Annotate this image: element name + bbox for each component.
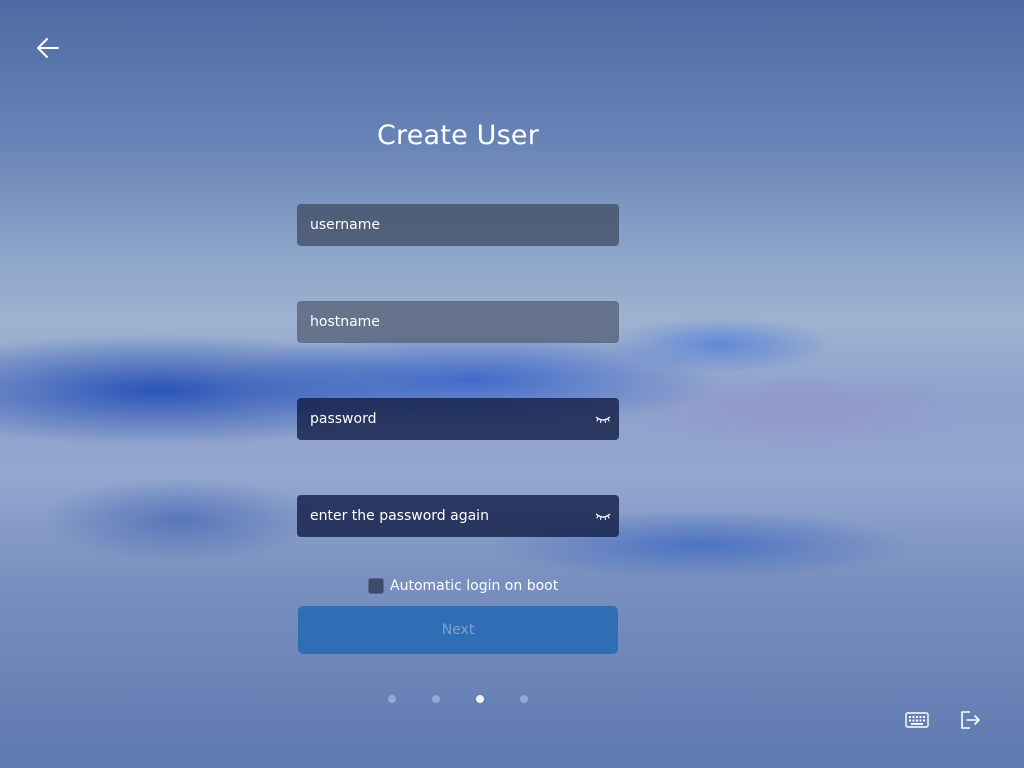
password-field-container [297, 398, 619, 440]
hostname-input[interactable] [297, 301, 619, 343]
exit-icon [961, 711, 980, 729]
arrow-left-icon [37, 38, 59, 58]
keyboard-button[interactable] [903, 706, 931, 734]
page-dot-active [476, 695, 484, 703]
page-dot [388, 695, 396, 703]
confirm-password-visibility-toggle[interactable] [593, 506, 613, 526]
auto-login-checkbox[interactable] [368, 578, 384, 594]
confirm-password-input[interactable] [297, 495, 593, 537]
eye-closed-icon [595, 513, 611, 521]
pagination-dots [388, 695, 564, 703]
eye-closed-icon [595, 416, 611, 424]
keyboard-icon [905, 712, 929, 728]
password-visibility-toggle[interactable] [593, 409, 613, 429]
username-input[interactable] [297, 204, 619, 246]
confirm-password-field-container [297, 495, 619, 537]
exit-button[interactable] [956, 706, 984, 734]
hostname-field-container [297, 301, 619, 343]
page-dot [432, 695, 440, 703]
page-title: Create User [376, 120, 540, 151]
username-field-container [297, 204, 619, 246]
auto-login-option[interactable]: Automatic login on boot [368, 578, 558, 594]
next-button[interactable]: Next [298, 606, 618, 654]
page-dot [520, 695, 528, 703]
back-button[interactable] [32, 32, 64, 64]
password-input[interactable] [297, 398, 593, 440]
auto-login-label: Automatic login on boot [390, 578, 559, 594]
